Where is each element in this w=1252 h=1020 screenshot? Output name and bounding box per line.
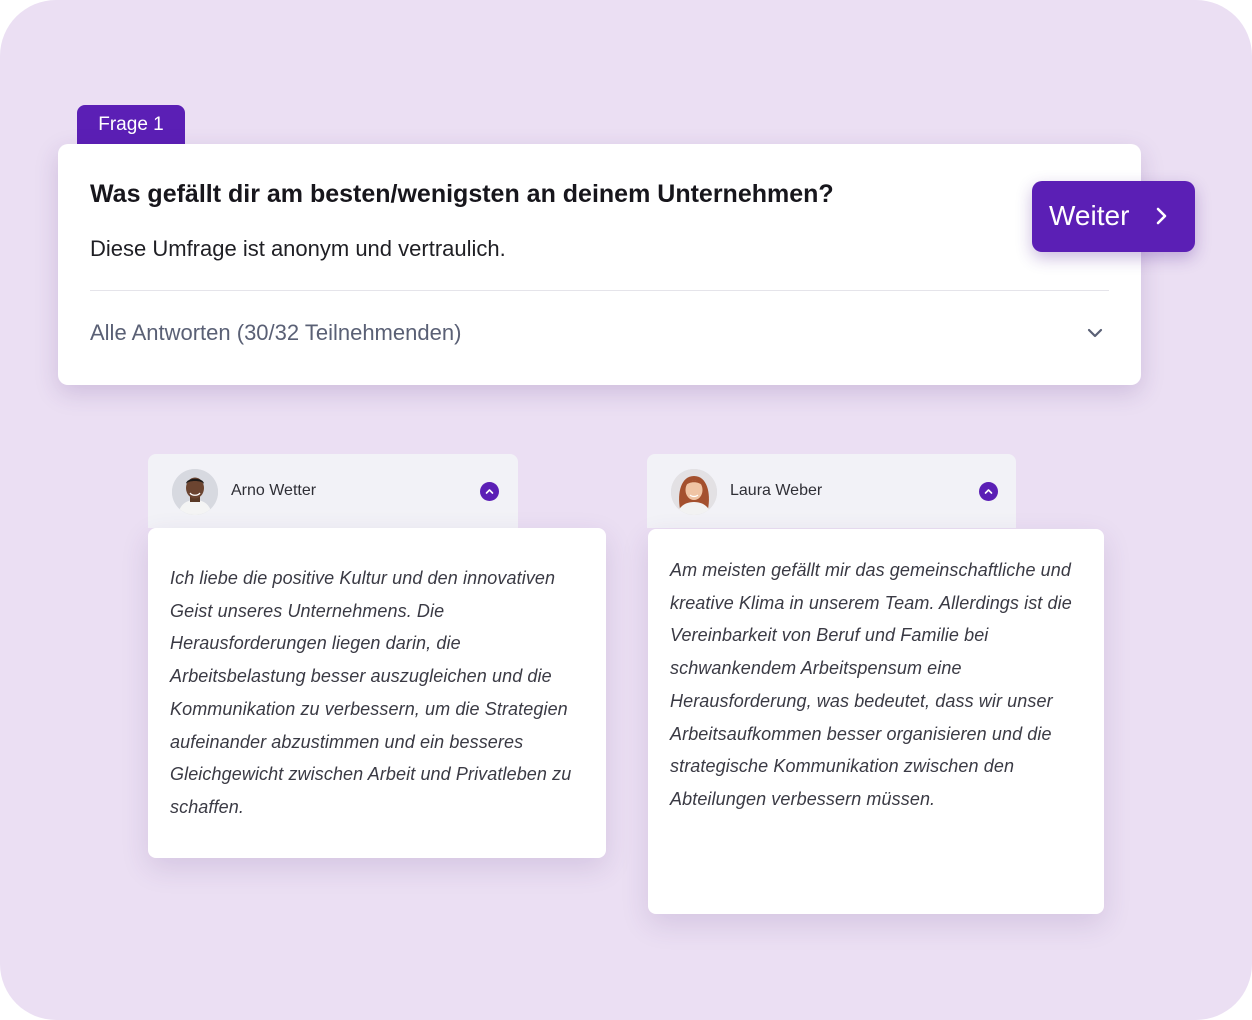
question-title: Was gefällt dir am besten/wenigsten an d… — [90, 180, 834, 208]
next-button-label: Weiter — [1049, 200, 1130, 231]
question-number-badge: Frage 1 — [77, 105, 185, 145]
response-card: Ich liebe die positive Kultur und den in… — [148, 528, 606, 858]
response-card: Am meisten gefällt mir das gemeinschaftl… — [648, 529, 1104, 914]
avatar — [172, 469, 218, 515]
chevron-down-icon[interactable] — [1084, 322, 1106, 344]
chevron-up-icon[interactable] — [480, 482, 499, 501]
question-subtitle: Diese Umfrage ist anonym und vertraulich… — [90, 236, 506, 261]
chevron-up-icon[interactable] — [979, 482, 998, 501]
response-header: Laura Weber — [647, 454, 1016, 528]
survey-panel: Frage 1 Was gefällt dir am besten/wenigs… — [0, 0, 1252, 1020]
respondent-name: Arno Wetter — [231, 482, 317, 499]
response-text: Ich liebe die positive Kultur und den in… — [170, 568, 572, 817]
divider — [90, 290, 1109, 291]
next-button[interactable]: Weiter — [1032, 181, 1195, 252]
chevron-right-icon — [1156, 207, 1167, 225]
response-text: Am meisten gefällt mir das gemeinschaftl… — [670, 560, 1072, 809]
response-header: Arno Wetter — [148, 454, 518, 528]
question-card: Was gefällt dir am besten/wenigsten an d… — [58, 144, 1141, 385]
avatar — [671, 469, 717, 515]
all-answers-toggle[interactable]: Alle Antworten (30/32 Teilnehmenden) — [90, 320, 461, 346]
respondent-name: Laura Weber — [730, 482, 823, 499]
